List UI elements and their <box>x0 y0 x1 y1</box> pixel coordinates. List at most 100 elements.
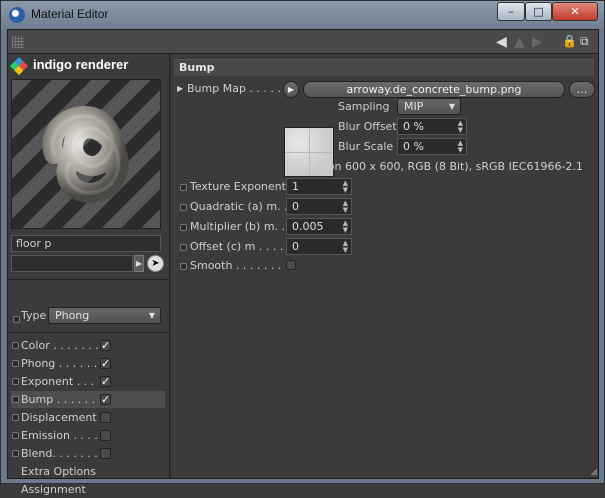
bump-map-more-button[interactable]: ... <box>569 81 595 98</box>
brand-name: indigo renderer <box>33 57 129 72</box>
anim-icon[interactable] <box>12 396 19 403</box>
resize-grip-icon[interactable]: ◢ <box>590 467 597 477</box>
new-window-icon[interactable]: ⧉ <box>580 34 589 49</box>
check-icon: ✓ <box>101 339 111 352</box>
divider <box>8 332 170 333</box>
close-button[interactable]: ✕ <box>552 2 598 21</box>
channel-label: Bump . . . . . . . . <box>21 393 110 406</box>
spinner-icon[interactable]: ▲ ▼ <box>343 199 348 214</box>
channel-item[interactable]: Bump . . . . . . . . ✓ <box>11 391 165 408</box>
channel-label: Phong . . . . . . . <box>21 357 105 370</box>
anim-icon[interactable] <box>12 414 19 421</box>
minimize-button[interactable]: – <box>497 2 525 21</box>
channel-checkbox[interactable]: ✓ <box>100 394 111 405</box>
link-field[interactable] <box>11 255 133 272</box>
material-preview[interactable] <box>11 79 161 229</box>
texture-exponent-value: 1 <box>292 180 299 193</box>
bump-map-label: Bump Map . . . . . <box>187 82 281 95</box>
quadratic-value: 0 <box>292 200 299 213</box>
offset-value: 0 <box>292 240 299 253</box>
grip-icon[interactable] <box>12 36 24 48</box>
sampling-label: Sampling <box>338 100 390 113</box>
spinner-icon[interactable]: ▲ ▼ <box>458 119 463 134</box>
type-value: Phong <box>55 309 90 322</box>
chevron-down-icon: ▼ <box>448 102 455 111</box>
indigo-logo-icon <box>9 56 29 76</box>
channel-item[interactable]: Extra Options <box>11 463 165 480</box>
multiplier-field[interactable]: 0.005 ▲ ▼ <box>286 218 352 235</box>
resolution-text: Resolution 600 x 600, RGB (8 Bit), sRGB … <box>284 160 583 173</box>
title-bar[interactable]: Material Editor – □ ✕ <box>1 1 604 29</box>
anim-icon[interactable] <box>12 378 19 385</box>
cinema4d-app-icon <box>9 7 25 23</box>
expand-arrow-icon[interactable]: ▶ <box>177 80 183 97</box>
spinner-icon[interactable]: ▲ ▼ <box>343 219 348 234</box>
blur-scale-label: Blur Scale <box>338 140 394 153</box>
anim-icon[interactable] <box>180 244 187 251</box>
check-icon: ✓ <box>101 393 111 406</box>
channel-item[interactable]: Blend. . . . . . . . <box>11 445 165 462</box>
sampling-dropdown[interactable]: MIP ▼ <box>397 98 461 115</box>
spinner-icon[interactable]: ▲ ▼ <box>343 239 348 254</box>
channel-item[interactable]: Exponent . . . ✓ <box>11 373 165 390</box>
blur-offset-field[interactable]: 0 % ▲ ▼ <box>397 118 467 135</box>
anim-icon[interactable] <box>180 263 187 270</box>
pick-cursor-icon[interactable]: ➤ <box>147 255 164 272</box>
anim-icon[interactable] <box>12 342 19 349</box>
type-anim-icon[interactable] <box>13 316 20 323</box>
check-icon: ✓ <box>101 375 111 388</box>
spinner-icon[interactable]: ▲ ▼ <box>458 139 463 154</box>
type-label: Type <box>21 309 47 322</box>
channel-checkbox[interactable]: ✓ <box>100 340 111 351</box>
smooth-checkbox[interactable] <box>286 260 296 270</box>
channel-label: Emission . . . . <box>21 429 98 442</box>
offset-field[interactable]: 0 ▲ ▼ <box>286 238 352 255</box>
anim-icon[interactable] <box>180 204 187 211</box>
anim-icon[interactable] <box>180 224 187 231</box>
blur-offset-value: 0 % <box>403 120 424 133</box>
back-arrow-icon[interactable]: ◀ <box>496 34 507 50</box>
texture-exponent-label: Texture Exponent <box>190 180 286 193</box>
maximize-button[interactable]: □ <box>525 2 552 21</box>
material-editor-window: Material Editor – □ ✕ ◀ ▲ ▶ 🔒 ⧉ indigo r… <box>0 0 605 496</box>
material-name-field[interactable]: floor p <box>11 235 161 252</box>
quadratic-field[interactable]: 0 ▲ ▼ <box>286 198 352 215</box>
section-title: Bump <box>174 59 594 76</box>
blur-scale-value: 0 % <box>403 140 424 153</box>
forward-arrow-icon[interactable]: ▶ <box>532 34 543 50</box>
channel-label: Extra Options <box>21 465 96 478</box>
right-panel: Bump ▶ Bump Map . . . . . ▶ arroway.de_c… <box>171 54 598 478</box>
anim-icon[interactable] <box>12 432 19 439</box>
anim-icon[interactable] <box>12 450 19 457</box>
type-dropdown[interactable]: Phong ▼ <box>48 307 161 324</box>
channel-label: Displacement <box>21 411 97 424</box>
channel-label: Color . . . . . . . <box>21 339 99 352</box>
channel-item[interactable]: Emission . . . . <box>11 427 165 444</box>
bump-map-link-button[interactable]: ▶ <box>283 81 299 98</box>
channel-checkbox[interactable] <box>100 430 111 441</box>
bump-map-file-button[interactable]: arroway.de_concrete_bump.png <box>303 81 565 98</box>
spinner-icon[interactable]: ▲ ▼ <box>343 179 348 194</box>
channel-label: Exponent . . . <box>21 375 95 388</box>
left-panel: indigo renderer floor p ▶ ➤ Type Phong ▼… <box>8 54 170 496</box>
channel-checkbox[interactable] <box>100 448 111 459</box>
smooth-label: Smooth . . . . . . . . . <box>190 259 296 272</box>
channel-item[interactable]: Phong . . . . . . . ✓ <box>11 355 165 372</box>
texture-exponent-field[interactable]: 1 ▲ ▼ <box>286 178 352 195</box>
anim-icon[interactable] <box>12 360 19 367</box>
lock-icon[interactable]: 🔒 <box>562 34 577 48</box>
channel-checkbox[interactable]: ✓ <box>100 358 111 369</box>
check-icon: ✓ <box>101 357 111 370</box>
blur-scale-field[interactable]: 0 % ▲ ▼ <box>397 138 467 155</box>
blur-offset-label: Blur Offset <box>338 120 397 133</box>
anim-icon[interactable] <box>180 184 187 191</box>
brand-logo: indigo renderer <box>9 56 165 76</box>
channel-item[interactable]: Displacement <box>11 409 165 426</box>
up-arrow-icon[interactable]: ▲ <box>514 34 525 50</box>
channel-checkbox[interactable]: ✓ <box>100 376 111 387</box>
link-arrow-button[interactable]: ▶ <box>134 255 144 272</box>
channel-checkbox[interactable] <box>100 412 111 423</box>
multiplier-value: 0.005 <box>292 220 324 233</box>
multiplier-label: Multiplier (b) m. . <box>190 220 286 233</box>
channel-item[interactable]: Color . . . . . . . ✓ <box>11 337 165 354</box>
